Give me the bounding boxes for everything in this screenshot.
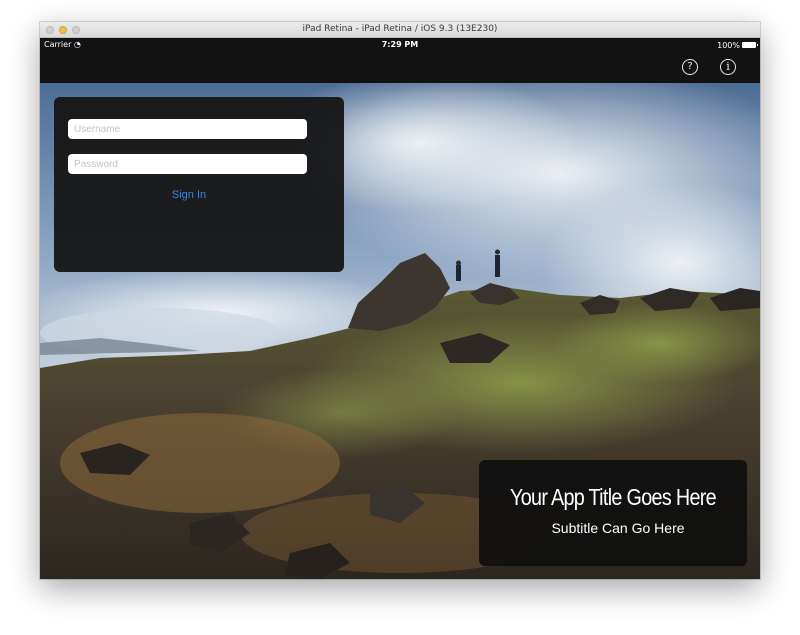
login-panel: Sign In (54, 97, 344, 272)
sign-in-button[interactable]: Sign In (54, 188, 324, 202)
window-title: iPad Retina - iPad Retina / iOS 9.3 (13E… (302, 24, 498, 34)
battery-icon (742, 42, 758, 48)
battery-percent: 100% (717, 40, 740, 50)
device-screen: Carrier ◔ 7:29 PM 100% ? i Username Sign… (40, 38, 760, 579)
help-circle-icon[interactable]: ? (682, 59, 698, 75)
password-field[interactable] (68, 154, 307, 174)
app-subtitle: Subtitle Can Go Here (551, 520, 685, 536)
window-titlebar: iPad Retina - iPad Retina / iOS 9.3 (13E… (40, 22, 760, 38)
username-field[interactable] (68, 119, 307, 139)
app-title: Your App Title Goes Here (510, 484, 717, 510)
navigation-bar: Carrier ◔ 7:29 PM 100% ? i (40, 38, 760, 83)
app-title-panel: Your App Title Goes Here Subtitle Can Go… (479, 460, 747, 566)
status-battery: 100% (717, 40, 758, 50)
simulator-window: iPad Retina - iPad Retina / iOS 9.3 (13E… (40, 22, 760, 579)
status-time: 7:29 PM (381, 40, 419, 49)
info-circle-icon[interactable]: i (720, 59, 736, 75)
